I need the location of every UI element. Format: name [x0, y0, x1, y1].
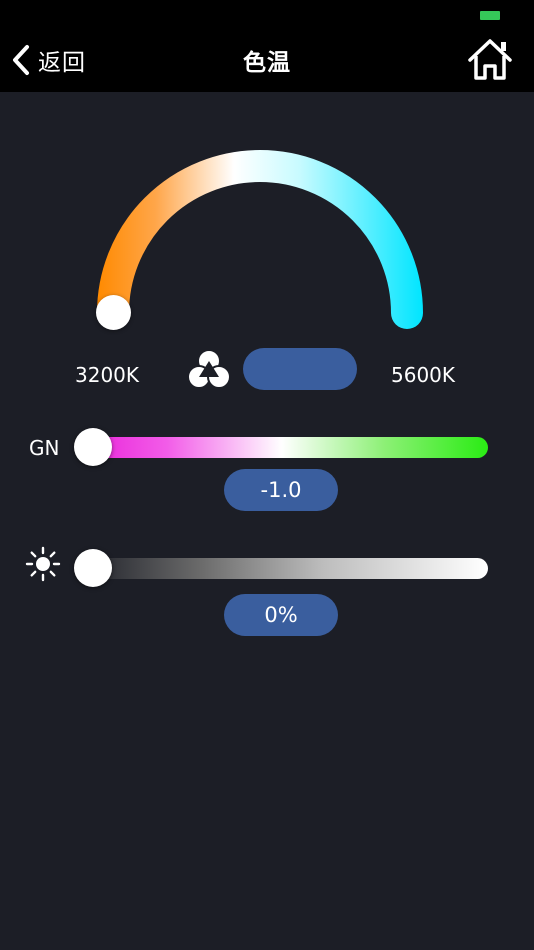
gn-value-display[interactable]: -1.0: [224, 469, 338, 511]
color-mix-icon[interactable]: [186, 347, 232, 391]
cct-min-label: 3200K: [75, 363, 140, 387]
home-icon[interactable]: [466, 36, 514, 82]
gn-label: GN: [29, 436, 60, 460]
cct-arc-track: [97, 150, 423, 329]
top-navigation-bar: 返回 色温: [0, 0, 534, 92]
brightness-value-display[interactable]: 0%: [224, 594, 338, 636]
sun-icon: [25, 546, 61, 582]
cct-arc-thumb[interactable]: [96, 295, 131, 330]
page-title: 色温: [243, 50, 291, 76]
cct-arc-slider[interactable]: [0, 130, 534, 340]
battery-indicator: [480, 11, 500, 20]
brightness-slider-track[interactable]: [76, 558, 488, 579]
gn-slider-thumb[interactable]: [74, 428, 112, 466]
gn-slider-track[interactable]: [76, 437, 488, 458]
cct-max-label: 5600K: [391, 363, 456, 387]
cct-value-display[interactable]: [243, 348, 357, 390]
brightness-slider-thumb[interactable]: [74, 549, 112, 587]
